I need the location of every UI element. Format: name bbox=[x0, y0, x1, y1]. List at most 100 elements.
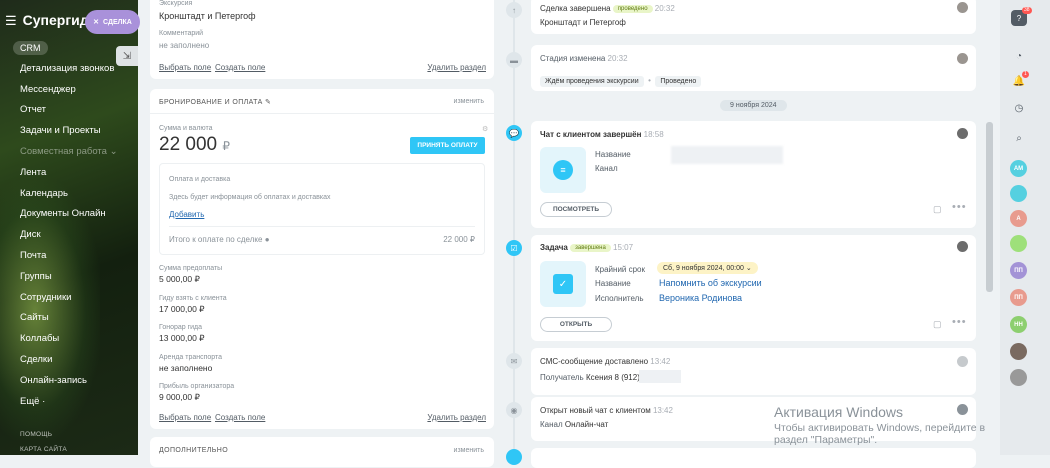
sidebar-item[interactable]: Сайты bbox=[0, 308, 138, 329]
field-label: Сумма предоплаты bbox=[159, 265, 223, 272]
comment-icon[interactable]: ▢ bbox=[933, 204, 942, 215]
deadline-value[interactable]: Сб, 9 ноября 2024, 00:00 ⌄ bbox=[657, 262, 758, 274]
field-value[interactable]: 5 000,00 ₽ bbox=[159, 274, 234, 285]
sidebar-item[interactable]: Сделки bbox=[0, 349, 138, 370]
divider bbox=[150, 113, 494, 114]
additional-edit-link[interactable]: изменить bbox=[454, 447, 484, 454]
blurred-value bbox=[671, 146, 783, 164]
contact-avatar[interactable]: ПП bbox=[1010, 289, 1027, 306]
pencil-icon[interactable]: ✎ bbox=[265, 99, 271, 106]
task-name-label: Название bbox=[595, 279, 631, 288]
sidebar-sitemap-link[interactable]: КАРТА САЙТА bbox=[20, 446, 67, 453]
stage-change-row: Ждём проведения экскурсии • Проведено bbox=[540, 70, 702, 88]
watermark-title: Активация Windows bbox=[774, 404, 904, 420]
watermark-line1: Чтобы активировать Windows, перейдите в bbox=[774, 422, 986, 434]
clock-icon[interactable]: ◷ bbox=[1011, 100, 1027, 116]
help-badge: 38 bbox=[1022, 7, 1032, 14]
contact-avatar[interactable]: ПП bbox=[1010, 262, 1027, 279]
crm-chip[interactable]: CRM bbox=[13, 41, 48, 55]
avatar[interactable] bbox=[957, 241, 968, 252]
history-icon[interactable]: ◔ bbox=[1011, 48, 1027, 64]
comment-icon[interactable]: ▢ bbox=[933, 319, 942, 330]
booking-field: Гонорар гида 13 000,00 ₽ bbox=[159, 324, 234, 354]
contact-avatar[interactable]: НН bbox=[1010, 316, 1027, 333]
task-title: Задача завершена 15:07 bbox=[540, 243, 634, 252]
sidebar-item[interactable]: Диск bbox=[0, 224, 138, 245]
sidebar-item[interactable]: Отчет bbox=[0, 100, 138, 121]
sidebar-nav: Детализация звонков Мессенджер Отчет Задачи… bbox=[0, 58, 138, 412]
field-value[interactable]: не заполнено bbox=[159, 363, 234, 373]
contact-avatar[interactable] bbox=[1010, 343, 1027, 360]
avatar[interactable] bbox=[957, 53, 968, 64]
executor-link[interactable]: Вероника Родинова bbox=[659, 293, 742, 303]
contact-avatar[interactable] bbox=[1010, 369, 1027, 386]
sidebar-item[interactable]: Календарь bbox=[0, 183, 138, 204]
amount-label: Сумма и валюта bbox=[159, 125, 213, 132]
task-icon: ☑ bbox=[506, 240, 522, 256]
sidebar-item[interactable]: Ещё · bbox=[0, 391, 138, 412]
message-icon: ≡ bbox=[553, 160, 573, 180]
chevron-down-icon: ⌄ bbox=[745, 265, 752, 272]
deal-completed-title: Сделка завершена проведено 20:32 bbox=[540, 4, 675, 13]
field-label: Гиду взять с клиента bbox=[159, 294, 227, 302]
more-icon[interactable]: ••• bbox=[952, 316, 967, 328]
contact-avatar[interactable] bbox=[1010, 235, 1027, 252]
accept-payment-button[interactable]: ПРИНЯТЬ ОПЛАТУ bbox=[410, 137, 485, 154]
contact-avatar[interactable]: АМ bbox=[1010, 160, 1027, 177]
sidebar-item[interactable]: Задачи и Проекты bbox=[0, 120, 138, 141]
view-chat-button[interactable]: ПОСМОТРЕТЬ bbox=[540, 202, 612, 217]
delete-section-link[interactable]: Удалить раздел bbox=[427, 413, 486, 422]
avatar[interactable] bbox=[957, 2, 968, 13]
task-name-link[interactable]: Напомнить об экскурсии bbox=[659, 278, 762, 288]
amount-value[interactable]: 22 000 ₽ bbox=[159, 134, 230, 156]
settings-icon[interactable]: ⚙ bbox=[482, 125, 488, 133]
additional-section-title: ДОПОЛНИТЕЛЬНО bbox=[159, 447, 229, 454]
sidebar-help-link[interactable]: ПОМОЩЬ bbox=[20, 431, 52, 438]
field-value[interactable]: 13 000,00 ₽ bbox=[159, 333, 234, 344]
sms-recipient: Получатель Ксения 8 (912) 7 bbox=[540, 373, 647, 382]
field-label: Гонорар гида bbox=[159, 324, 203, 332]
avatar[interactable] bbox=[957, 128, 968, 139]
booking-field: Прибыль организатора 9 000,00 ₽ bbox=[159, 383, 234, 413]
next-item-icon bbox=[506, 449, 522, 465]
booking-edit-link[interactable]: изменить bbox=[454, 98, 484, 105]
sidebar-item[interactable]: Коллабы bbox=[0, 328, 138, 349]
excursion-value[interactable]: Кронштадт и Петергоф bbox=[159, 11, 256, 21]
sidebar-item[interactable]: Онлайн-запись bbox=[0, 370, 138, 391]
sidebar-item[interactable]: Почта bbox=[0, 245, 138, 266]
contact-avatar[interactable] bbox=[1010, 185, 1027, 202]
delete-section-link[interactable]: Удалить раздел bbox=[427, 63, 486, 72]
create-field-link[interactable]: Создать поле bbox=[215, 413, 265, 422]
create-field-link[interactable]: Создать поле bbox=[215, 63, 265, 72]
scrollbar[interactable] bbox=[986, 122, 993, 292]
task-check-icon: ✓ bbox=[553, 274, 573, 294]
search-icon[interactable]: ⌕ bbox=[1011, 130, 1027, 146]
add-payment-link[interactable]: Добавить bbox=[169, 210, 204, 219]
open-chat-channel: Канал Онлайн-чат bbox=[540, 420, 609, 429]
sidebar-item[interactable]: Лента bbox=[0, 162, 138, 183]
booking-field: Аренда транспорта не заполнено bbox=[159, 354, 234, 384]
sidebar-item[interactable]: Совместная работа ⌄ bbox=[0, 141, 138, 162]
more-icon[interactable]: ••• bbox=[952, 201, 967, 213]
avatar[interactable] bbox=[957, 356, 968, 367]
sidebar-item[interactable]: Мессенджер bbox=[0, 79, 138, 100]
stage-arrow: • bbox=[648, 76, 651, 85]
menu-icon[interactable]: ☰ bbox=[5, 14, 17, 27]
sidebar-item[interactable]: Группы bbox=[0, 266, 138, 287]
right-panel: ? 38 ◔ 🔔 1 ◷ ⌕ АМ А ПП ПП НН bbox=[1000, 0, 1050, 455]
select-field-link[interactable]: Выбрать поле bbox=[159, 413, 211, 422]
contact-avatar[interactable]: А bbox=[1010, 210, 1027, 227]
deadline-label: Крайний срок bbox=[595, 265, 646, 274]
open-task-button[interactable]: ОТКРЫТЬ bbox=[540, 317, 612, 332]
field-value[interactable]: 9 000,00 ₽ bbox=[159, 392, 234, 403]
chat-channel-label: Канал bbox=[595, 164, 618, 173]
info-icon[interactable]: ● bbox=[265, 235, 270, 244]
comment-value[interactable]: не заполнено bbox=[159, 41, 209, 50]
sidebar-item[interactable]: Документы Онлайн bbox=[0, 204, 138, 225]
chat-open-icon: ◉ bbox=[506, 402, 522, 418]
select-field-link[interactable]: Выбрать поле bbox=[159, 63, 211, 72]
sidebar-item[interactable]: Сотрудники bbox=[0, 287, 138, 308]
collapse-panel-button[interactable]: ⇲ bbox=[116, 46, 138, 66]
field-value[interactable]: 17 000,00 ₽ bbox=[159, 304, 234, 315]
deal-close-button[interactable]: ✕ СДЕЛКА bbox=[85, 10, 140, 34]
